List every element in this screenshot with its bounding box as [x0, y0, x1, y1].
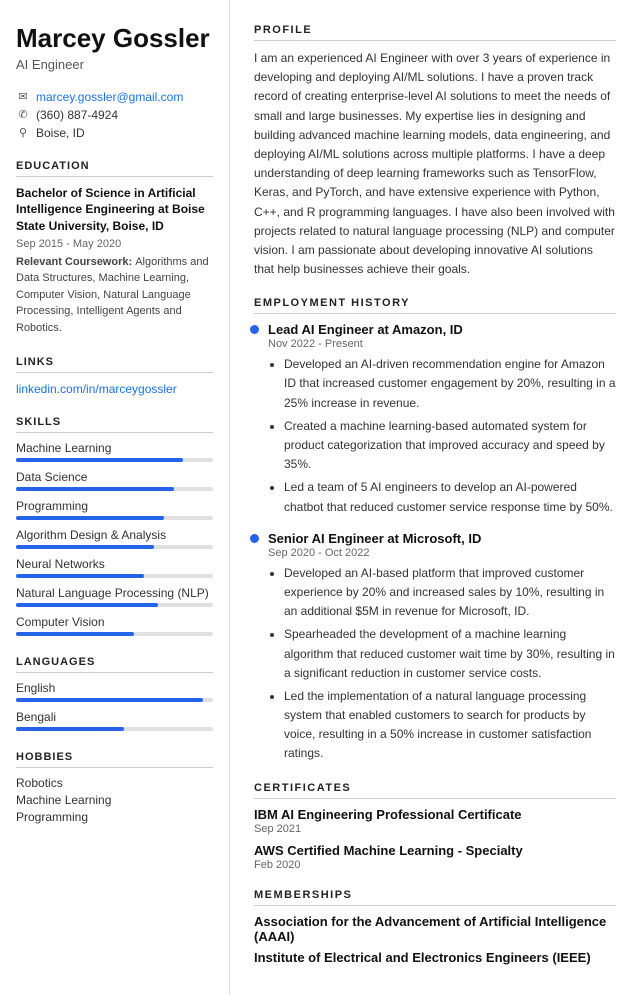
skills-list: Machine Learning Data Science Programmin…: [16, 441, 213, 636]
employment-section-title: EMPLOYMENT HISTORY: [254, 297, 616, 314]
coursework-label: Relevant Coursework:: [16, 256, 135, 268]
hobbies-list: Robotics Machine Learning Programming: [16, 776, 213, 824]
education-date: Sep 2015 - May 2020: [16, 238, 213, 250]
skill-label: Machine Learning: [16, 441, 213, 455]
skill-bar-fill: [16, 458, 183, 462]
job-date: Sep 2020 - Oct 2022: [268, 547, 616, 559]
linkedin-link[interactable]: linkedin.com/in/marceygossler: [16, 382, 177, 396]
candidate-name: Marcey Gossler: [16, 24, 213, 53]
skill-bar-fill: [16, 516, 164, 520]
skill-item: Computer Vision: [16, 615, 213, 636]
education-coursework: Relevant Coursework: Algorithms and Data…: [16, 254, 213, 337]
job-entry: Lead AI Engineer at Amazon, ID Nov 2022 …: [254, 322, 616, 517]
job-date: Nov 2022 - Present: [268, 338, 616, 350]
contact-email: ✉ marcey.gossler@gmail.com: [16, 90, 213, 104]
skill-label: Neural Networks: [16, 557, 213, 571]
hobbies-section-title: HOBBIES: [16, 751, 213, 768]
job-bullets: Developed an AI-driven recommendation en…: [268, 355, 616, 517]
phone-text: (360) 887-4924: [36, 108, 118, 122]
language-label: English: [16, 681, 213, 695]
profile-text: I am an experienced AI Engineer with ove…: [254, 49, 616, 279]
languages-section-title: LANGUAGES: [16, 656, 213, 673]
job-title: Lead AI Engineer at Amazon, ID: [268, 322, 616, 337]
languages-list: English Bengali: [16, 681, 213, 731]
job-bullet: Spearheaded the development of a machine…: [284, 625, 616, 683]
skills-section-title: SKILLS: [16, 416, 213, 433]
language-bar-bg: [16, 727, 213, 731]
phone-icon: ✆: [16, 108, 30, 121]
skill-item: Programming: [16, 499, 213, 520]
skill-item: Algorithm Design & Analysis: [16, 528, 213, 549]
certificates-list: IBM AI Engineering Professional Certific…: [254, 807, 616, 871]
skill-bar-fill: [16, 632, 134, 636]
candidate-title: AI Engineer: [16, 57, 213, 72]
skill-item: Neural Networks: [16, 557, 213, 578]
skill-bar-bg: [16, 487, 213, 491]
location-icon: ⚲: [16, 126, 30, 139]
language-bar-bg: [16, 698, 213, 702]
job-bullet: Developed an AI-driven recommendation en…: [284, 355, 616, 413]
language-item: Bengali: [16, 710, 213, 731]
skill-label: Algorithm Design & Analysis: [16, 528, 213, 542]
cert-date: Feb 2020: [254, 859, 616, 871]
skill-bar-fill: [16, 603, 158, 607]
skill-item: Natural Language Processing (NLP): [16, 586, 213, 607]
education-degree: Bachelor of Science in Artificial Intell…: [16, 185, 213, 235]
memberships-section-title: MEMBERSHIPS: [254, 889, 616, 906]
skill-label: Programming: [16, 499, 213, 513]
skill-label: Data Science: [16, 470, 213, 484]
language-bar-fill: [16, 698, 203, 702]
skill-bar-bg: [16, 632, 213, 636]
jobs-list: Lead AI Engineer at Amazon, ID Nov 2022 …: [254, 322, 616, 763]
contact-location: ⚲ Boise, ID: [16, 126, 213, 140]
language-item: English: [16, 681, 213, 702]
sidebar: Marcey Gossler AI Engineer ✉ marcey.goss…: [0, 0, 230, 995]
education-section-title: EDUCATION: [16, 160, 213, 177]
job-title: Senior AI Engineer at Microsoft, ID: [268, 531, 616, 546]
job-dot: [250, 534, 259, 543]
language-label: Bengali: [16, 710, 213, 724]
job-bullets: Developed an AI-based platform that impr…: [268, 564, 616, 764]
job-bullet: Created a machine learning-based automat…: [284, 417, 616, 475]
job-bullet: Led a team of 5 AI engineers to develop …: [284, 478, 616, 516]
skill-bar-fill: [16, 574, 144, 578]
membership-item: Institute of Electrical and Electronics …: [254, 950, 616, 965]
skill-label: Computer Vision: [16, 615, 213, 629]
email-icon: ✉: [16, 90, 30, 103]
job-dot: [250, 325, 259, 334]
skill-bar-bg: [16, 603, 213, 607]
certificates-section-title: CERTIFICATES: [254, 782, 616, 799]
contact-phone: ✆ (360) 887-4924: [16, 108, 213, 122]
skill-label: Natural Language Processing (NLP): [16, 586, 213, 600]
profile-section-title: PROFILE: [254, 24, 616, 41]
certificate-item: AWS Certified Machine Learning - Special…: [254, 843, 616, 871]
job-bullet: Developed an AI-based platform that impr…: [284, 564, 616, 622]
skill-bar-bg: [16, 574, 213, 578]
skill-bar-fill: [16, 487, 174, 491]
skill-bar-bg: [16, 545, 213, 549]
certificate-item: IBM AI Engineering Professional Certific…: [254, 807, 616, 835]
hobby-item: Machine Learning: [16, 793, 213, 807]
hobby-item: Robotics: [16, 776, 213, 790]
skill-bar-bg: [16, 516, 213, 520]
skill-item: Data Science: [16, 470, 213, 491]
cert-title: IBM AI Engineering Professional Certific…: [254, 807, 616, 822]
location-text: Boise, ID: [36, 126, 85, 140]
links-section-title: LINKS: [16, 356, 213, 373]
email-link[interactable]: marcey.gossler@gmail.com: [36, 90, 183, 104]
language-bar-fill: [16, 727, 124, 731]
main-content: PROFILE I am an experienced AI Engineer …: [230, 0, 640, 995]
skill-item: Machine Learning: [16, 441, 213, 462]
job-bullet: Led the implementation of a natural lang…: [284, 687, 616, 764]
membership-item: Association for the Advancement of Artif…: [254, 914, 616, 944]
linkedin-link-item: linkedin.com/in/marceygossler: [16, 381, 213, 396]
skill-bar-fill: [16, 545, 154, 549]
hobby-item: Programming: [16, 810, 213, 824]
job-entry: Senior AI Engineer at Microsoft, ID Sep …: [254, 531, 616, 764]
cert-date: Sep 2021: [254, 823, 616, 835]
memberships-list: Association for the Advancement of Artif…: [254, 914, 616, 965]
cert-title: AWS Certified Machine Learning - Special…: [254, 843, 616, 858]
skill-bar-bg: [16, 458, 213, 462]
